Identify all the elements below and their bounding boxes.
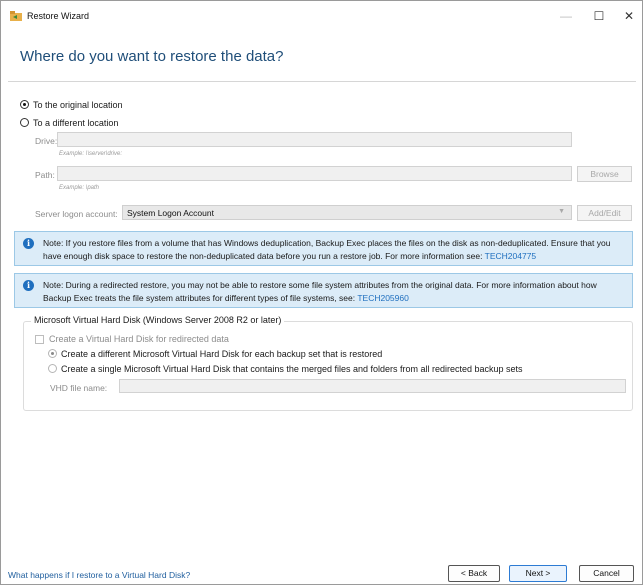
drive-input[interactable] xyxy=(57,132,572,147)
restore-wizard-window: Restore Wizard — ☐ ✕ Where do you want t… xyxy=(0,0,643,585)
original-location-radio[interactable] xyxy=(20,100,29,109)
path-example: Example: \path xyxy=(59,185,100,191)
deduplication-note: i Note: If you restore files from a volu… xyxy=(14,231,633,266)
browse-button[interactable]: Browse xyxy=(577,166,632,182)
info-icon: i xyxy=(23,238,34,249)
redirected-restore-note: i Note: During a redirected restore, you… xyxy=(14,273,633,308)
drive-label: Drive: xyxy=(35,136,58,146)
next-button[interactable]: Next > xyxy=(509,565,567,582)
vhd-checkbox[interactable] xyxy=(35,334,44,344)
drive-example: Example: \\server\drive: xyxy=(59,151,123,157)
vhd-single-radio[interactable] xyxy=(48,364,57,373)
vhd-each-radio[interactable] xyxy=(48,349,57,358)
chevron-down-icon: ▼ xyxy=(558,208,565,215)
vhd-each-option[interactable]: Create a different Microsoft Virtual Har… xyxy=(48,347,382,360)
cancel-button[interactable]: Cancel xyxy=(579,565,634,582)
logon-account-select[interactable]: System Logon Account ▼ xyxy=(122,205,572,220)
different-location-option[interactable]: To a different location xyxy=(20,116,118,129)
close-button[interactable]: ✕ xyxy=(620,7,638,25)
title-bar: Restore Wizard — ☐ ✕ xyxy=(1,1,642,31)
backup-exec-app-icon xyxy=(10,11,22,21)
info-icon: i xyxy=(23,280,34,291)
vhd-help-link[interactable]: What happens if I restore to a Virtual H… xyxy=(8,570,190,580)
page-heading: Where do you want to restore the data? xyxy=(20,48,284,65)
vhd-each-label: Create a different Microsoft Virtual Har… xyxy=(61,348,383,359)
redirected-restore-note-text: Note: During a redirected restore, you m… xyxy=(43,280,597,303)
add-edit-button[interactable]: Add/Edit xyxy=(577,205,632,221)
original-location-option[interactable]: To the original location xyxy=(20,98,123,111)
path-input[interactable] xyxy=(57,166,572,181)
maximize-button[interactable]: ☐ xyxy=(590,7,608,25)
tech205960-link[interactable]: TECH205960 xyxy=(357,293,409,303)
vhd-single-label: Create a single Microsoft Virtual Hard D… xyxy=(61,363,523,374)
vhd-checkbox-label: Create a Virtual Hard Disk for redirecte… xyxy=(49,334,229,344)
minimize-button[interactable]: — xyxy=(557,7,575,25)
window-title: Restore Wizard xyxy=(27,11,90,21)
different-location-radio[interactable] xyxy=(20,118,29,127)
different-location-label: To a different location xyxy=(33,117,119,128)
back-button[interactable]: < Back xyxy=(448,565,500,582)
vhd-single-option[interactable]: Create a single Microsoft Virtual Hard D… xyxy=(48,362,523,375)
heading-divider xyxy=(8,81,636,82)
vhd-checkbox-option[interactable]: Create a Virtual Hard Disk for redirecte… xyxy=(35,333,229,345)
tech204775-link[interactable]: TECH204775 xyxy=(485,251,537,261)
vhd-file-name-input[interactable] xyxy=(119,379,626,393)
vhd-file-name-label: VHD file name: xyxy=(50,383,108,393)
logon-account-value: System Logon Account xyxy=(127,208,214,218)
vhd-group-title: Microsoft Virtual Hard Disk (Windows Ser… xyxy=(31,315,285,325)
path-label: Path: xyxy=(35,170,55,180)
original-location-label: To the original location xyxy=(33,99,123,110)
logon-account-label: Server logon account: xyxy=(35,209,118,219)
